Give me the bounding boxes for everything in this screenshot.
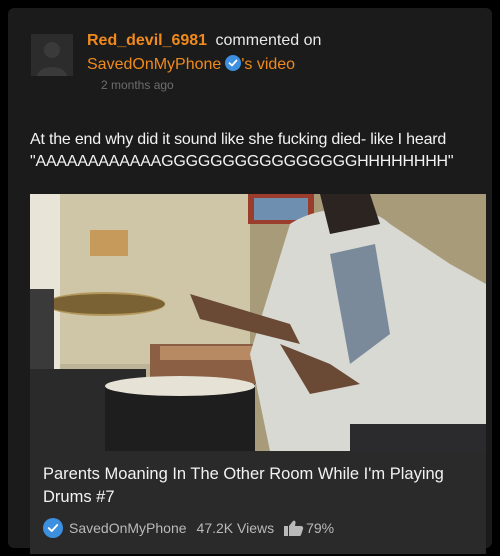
- comment-line-1: At the end why did it sound like she fuc…: [30, 131, 447, 148]
- activity-target: SavedOnMyPhone 's video: [87, 55, 295, 74]
- avatar-placeholder-icon: [31, 34, 73, 76]
- activity-card: Red_devil_6981 commented on SavedOnMyPho…: [8, 8, 492, 554]
- username-link[interactable]: Red_devil_6981: [87, 32, 207, 49]
- video-link-text[interactable]: 's video: [241, 56, 295, 73]
- comment-line-2: "AAAAAAAAAAAAGGGGGGGGGGGGGGGGHHHHHHHH": [30, 153, 454, 170]
- video-card[interactable]: Parents Moaning In The Other Room While …: [30, 194, 486, 554]
- rating-percent: 79%: [306, 520, 335, 536]
- video-channel-link[interactable]: SavedOnMyPhone: [69, 520, 187, 536]
- video-thumbnail[interactable]: [30, 194, 486, 451]
- thumbs-up-icon: [284, 520, 304, 539]
- timestamp: 2 months ago: [101, 78, 174, 92]
- comment-text: At the end why did it sound like she fuc…: [30, 129, 490, 173]
- video-title[interactable]: Parents Moaning In The Other Room While …: [43, 463, 463, 509]
- video-meta: SavedOnMyPhone 47.2K Views 79%: [43, 518, 334, 538]
- action-text: commented on: [215, 32, 322, 49]
- avatar[interactable]: [31, 34, 73, 76]
- activity-header: Red_devil_6981 commented on: [87, 32, 321, 50]
- verified-badge-icon: [225, 55, 242, 71]
- view-count: 47.2K Views: [196, 520, 275, 536]
- channel-link[interactable]: SavedOnMyPhone: [87, 56, 221, 73]
- verified-badge-icon: [43, 518, 63, 538]
